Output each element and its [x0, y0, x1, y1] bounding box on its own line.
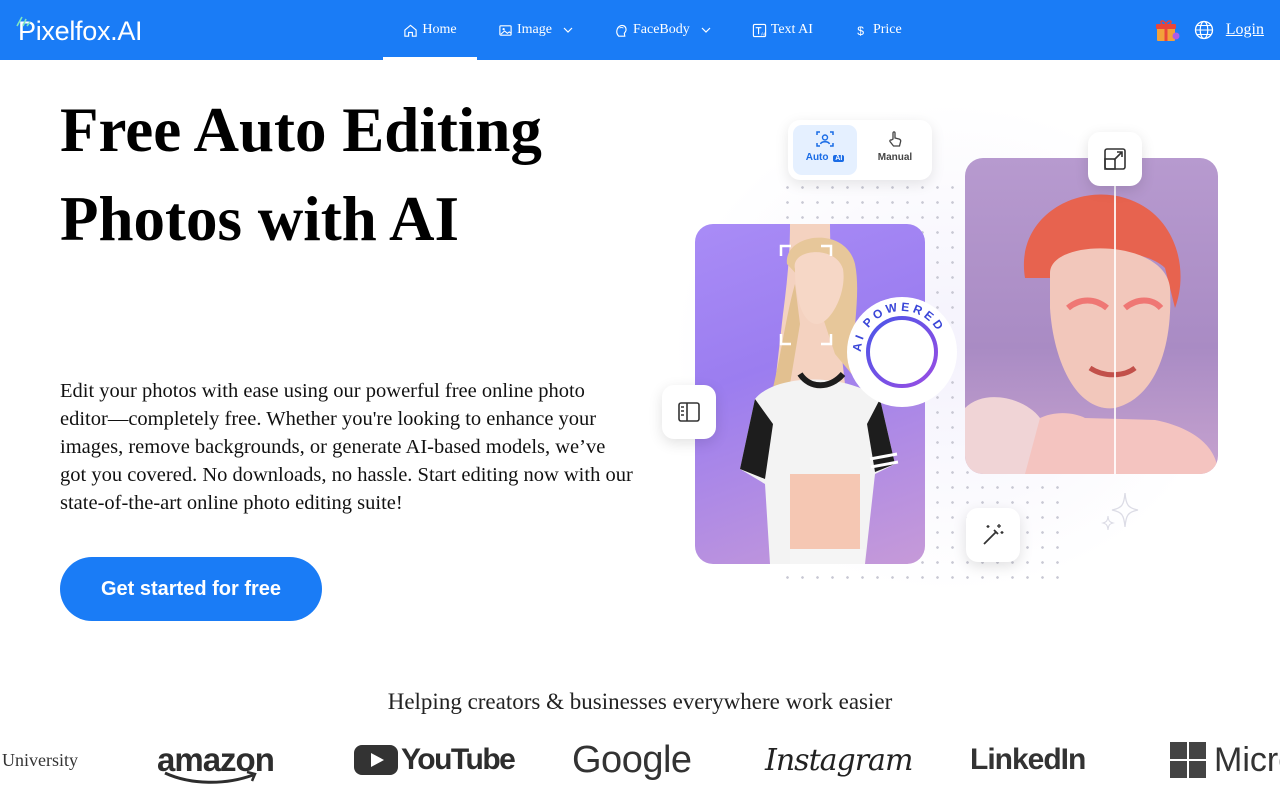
main-nav: Home Image FaceBody AI Text AI $ Price [383, 0, 902, 60]
auto-mode-label: Auto [805, 152, 829, 163]
login-link[interactable]: Login [1226, 21, 1264, 39]
microsoft-squares-icon [1170, 742, 1206, 778]
get-started-button[interactable]: Get started for free [60, 557, 322, 621]
nav-home-label: Home [422, 22, 457, 37]
manual-mode-label: Manual [877, 152, 913, 163]
globe-icon[interactable] [1194, 20, 1214, 40]
chevron-down-icon [563, 27, 573, 33]
ai-powered-badge: AI POWERED [847, 297, 957, 407]
magic-wand-icon [983, 524, 1004, 545]
svg-text:$: $ [857, 24, 864, 38]
google-logo-text: Google [572, 738, 692, 781]
logo-spark-icon [16, 16, 31, 27]
hero-title: Free Auto Editing Photos with AI [60, 95, 542, 254]
youtube-logo: YouTube [354, 730, 516, 790]
nav-text-ai[interactable]: AI Text AI [752, 0, 813, 60]
redhead-photo-illustration [965, 194, 1218, 474]
google-logo: Google [572, 730, 692, 790]
nav-image[interactable]: Image [498, 0, 574, 60]
image-icon [499, 24, 512, 36]
face-scan-icon [816, 131, 834, 147]
face-body-icon [616, 24, 627, 37]
nav-price[interactable]: $ Price [854, 0, 902, 60]
linkedin-logo: LinkedIn [970, 730, 1086, 790]
amazon-smile-icon [164, 770, 257, 784]
nav-facebody-label: FaceBody [632, 22, 690, 37]
home-icon [404, 24, 418, 37]
svg-text:AI: AI [761, 31, 765, 36]
header-actions: Login [1154, 0, 1264, 60]
gift-icon[interactable] [1154, 17, 1180, 43]
expand-icon [1104, 148, 1126, 170]
manual-mode-button[interactable]: Manual [863, 130, 927, 163]
amazon-logo: amazon [157, 730, 275, 790]
university-logo-text: University [2, 749, 78, 770]
logo-text: Pixelfox.AI [18, 15, 143, 46]
partner-logos-strip: University amazon YouTube Google Instagr… [0, 730, 1280, 790]
nav-image-label: Image [517, 22, 552, 37]
linkedin-logo-text: LinkedIn [970, 743, 1086, 776]
expand-tool-button[interactable] [1088, 132, 1142, 186]
youtube-logo-text: YouTube [401, 743, 516, 776]
partners-heading: Helping creators & businesses everywhere… [387, 689, 893, 714]
microsoft-logo-text: Micro [1214, 740, 1280, 779]
text-ai-icon: AI [752, 23, 766, 37]
compare-tool-button[interactable] [662, 385, 716, 439]
nav-facebody[interactable]: FaceBody [614, 0, 712, 60]
hero-description: Edit your photos with ease using our pow… [60, 380, 633, 514]
hero-illustration: Auto AI Manual AI POWERED [650, 100, 1230, 600]
sample-photo-after [965, 158, 1218, 474]
hand-pointer-icon [889, 131, 902, 147]
microsoft-logo: Micro [1170, 730, 1280, 790]
dollar-icon: $ [857, 24, 864, 38]
instagram-logo-text: Instagram [765, 742, 913, 778]
compare-split-line[interactable] [1114, 158, 1116, 474]
edit-mode-switch: Auto AI Manual [788, 120, 932, 180]
auto-mode-button[interactable]: Auto AI [793, 130, 857, 163]
chevron-down-icon [701, 27, 711, 33]
nav-text-ai-label: Text AI [770, 22, 813, 37]
magic-wand-button[interactable] [966, 508, 1020, 562]
sparkle-icon [1100, 492, 1139, 531]
nav-price-label: Price [872, 22, 902, 37]
university-logo: University [2, 730, 78, 790]
split-view-icon [678, 402, 700, 422]
nav-home[interactable]: Home [383, 0, 477, 60]
auto-ai-badge: AI [833, 155, 845, 162]
instagram-logo: Instagram [765, 730, 913, 790]
pixelfox-logo[interactable]: Pixelfox.AI [16, 14, 143, 48]
youtube-play-icon [354, 745, 398, 775]
top-navigation-bar: Pixelfox.AI Home Image FaceBody AI Text … [0, 0, 1280, 60]
